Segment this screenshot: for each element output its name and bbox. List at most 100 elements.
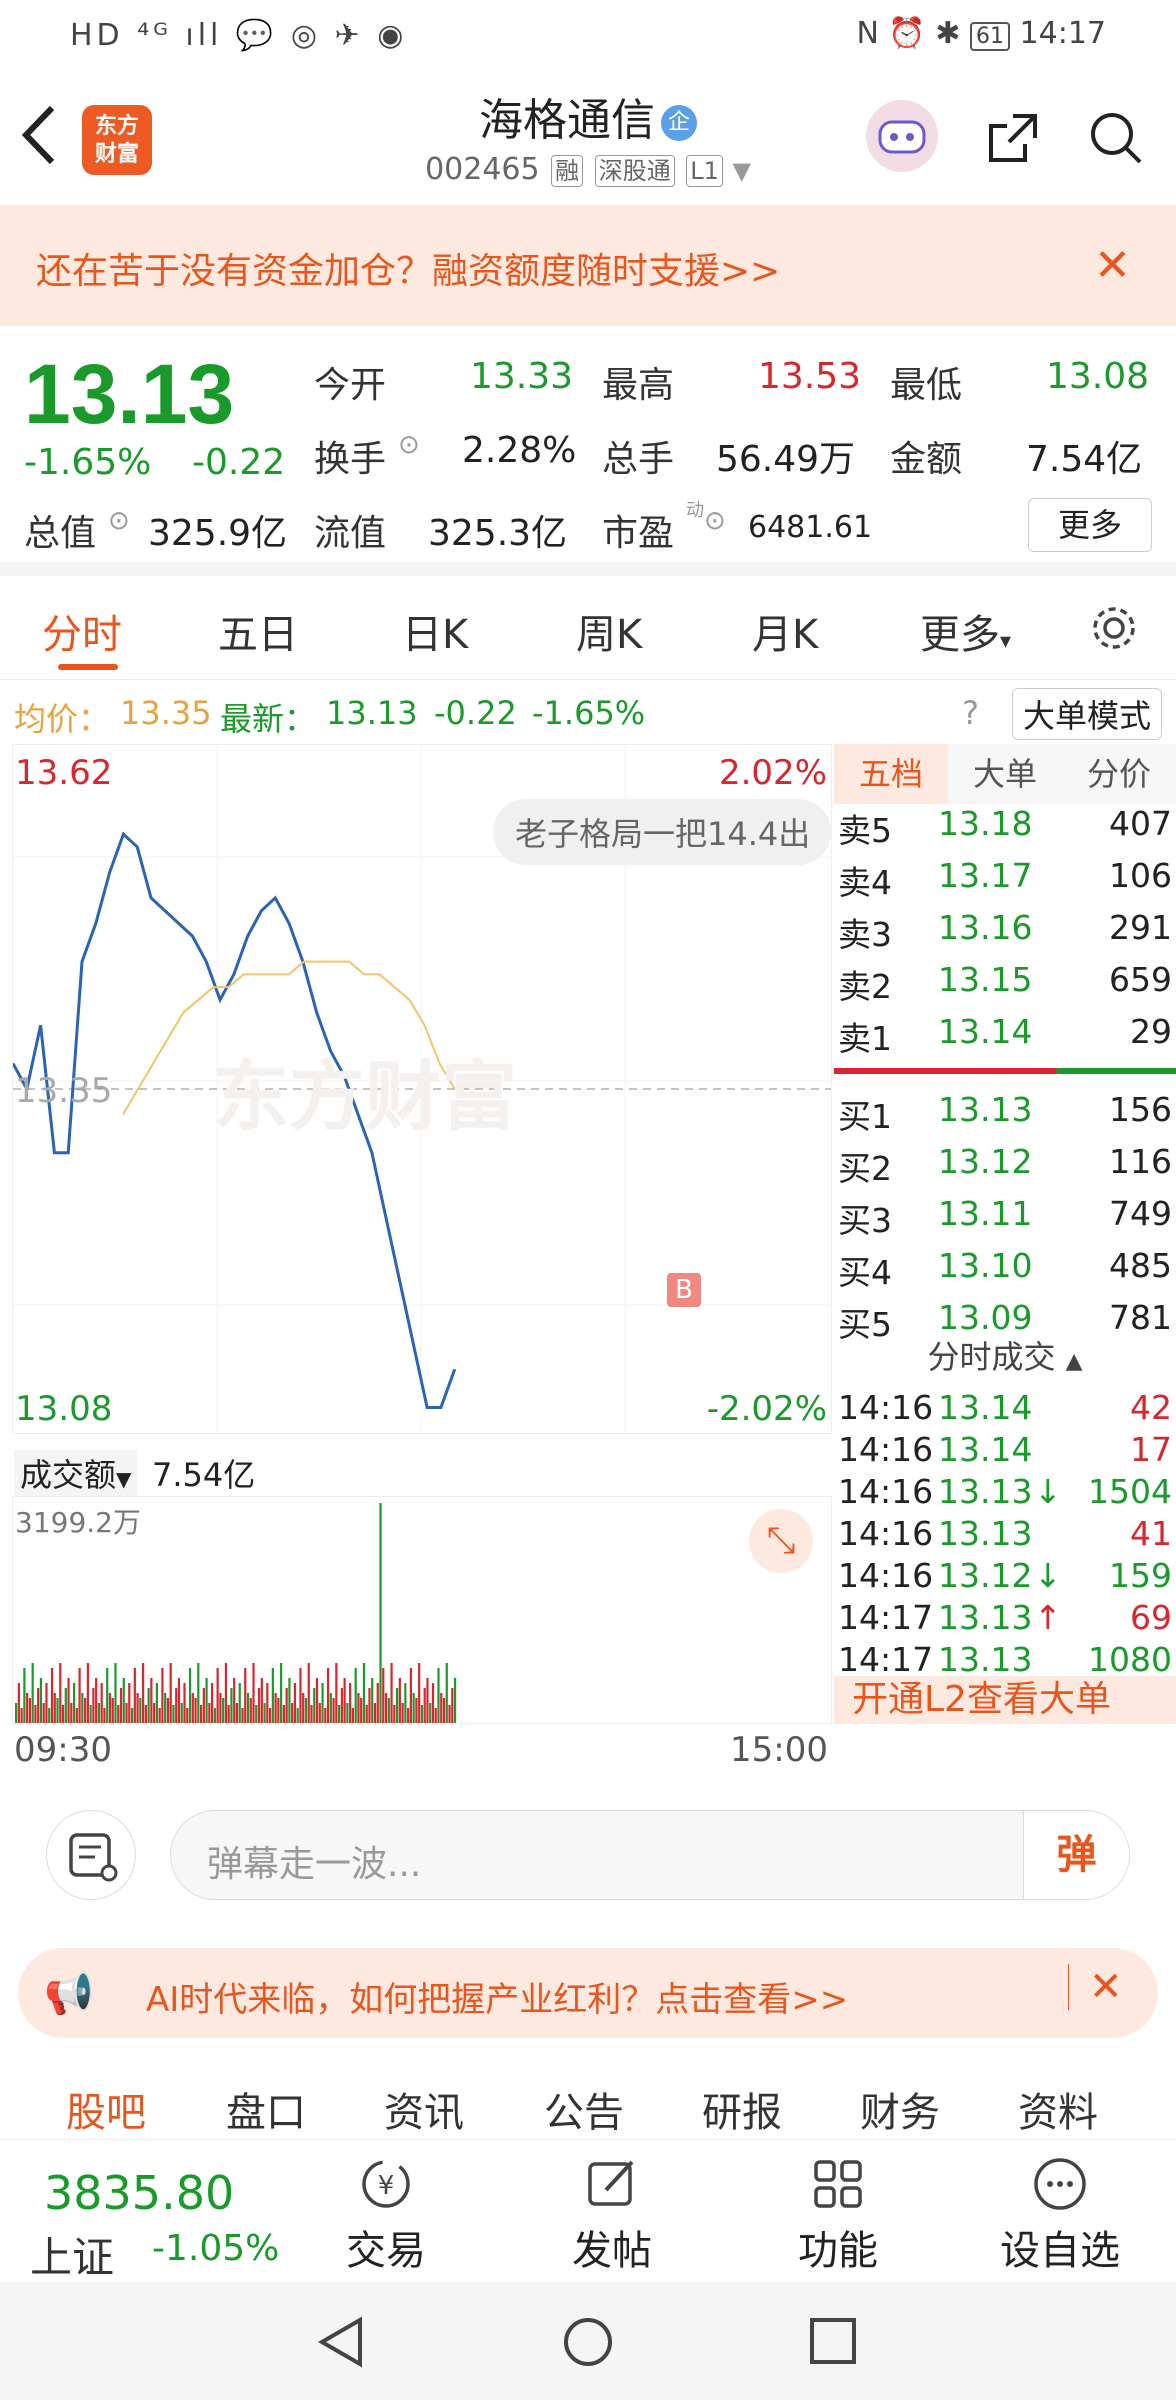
danmu-comment[interactable]: 老子格局一把14.4出 bbox=[493, 799, 831, 865]
danmu-input[interactable]: 弹幕走一波... 弹 bbox=[170, 1810, 1130, 1900]
bid-row[interactable]: 买1 13.13 156 bbox=[838, 1090, 1172, 1136]
arrow-up-icon: ↑ bbox=[1034, 1598, 1062, 1637]
big-order-mode-button[interactable]: 大单模式 bbox=[1012, 688, 1163, 740]
volume-bar bbox=[280, 1663, 283, 1723]
trade-button[interactable]: ¥ 交易 bbox=[336, 2154, 436, 2276]
volume-bar bbox=[288, 1678, 291, 1723]
tab-more[interactable]: 更多▾ bbox=[920, 602, 1011, 660]
bid-row[interactable]: 买2 13.12 116 bbox=[838, 1142, 1172, 1188]
level-volume: 291 bbox=[1109, 908, 1172, 947]
tab-weekly[interactable]: 周K bbox=[576, 602, 642, 660]
volume-selector[interactable]: 成交额▼ bbox=[14, 1450, 138, 1496]
volume-bar bbox=[299, 1668, 302, 1723]
settings-icon[interactable] bbox=[1088, 602, 1140, 654]
volume-bar bbox=[219, 1693, 222, 1723]
tab-finance[interactable]: 财务 bbox=[860, 2080, 940, 2138]
nav-back-icon[interactable] bbox=[316, 2314, 366, 2370]
bid-row[interactable]: 买4 13.10 485 bbox=[838, 1246, 1172, 1292]
ask-row[interactable]: 卖5 13.18 407 bbox=[838, 804, 1172, 850]
tick-price: 13.14 bbox=[938, 1430, 1033, 1469]
tab-price-dist[interactable]: 分价 bbox=[1062, 744, 1176, 804]
volume-bar bbox=[103, 1708, 106, 1723]
info-icon[interactable]: ⊙ bbox=[108, 506, 130, 536]
ad-text[interactable]: AI时代来临，如何把握产业红利？点击查看>> bbox=[146, 1972, 848, 2021]
tab-big-orders[interactable]: 大单 bbox=[948, 744, 1062, 804]
volume-bar bbox=[266, 1683, 269, 1723]
volume-bar bbox=[161, 1668, 164, 1723]
ask-row[interactable]: 卖3 13.16 291 bbox=[838, 908, 1172, 954]
index-value[interactable]: 3835.80 bbox=[44, 2166, 234, 2220]
volume-bar bbox=[56, 1698, 59, 1723]
search-icon[interactable] bbox=[1088, 110, 1144, 166]
banner-text[interactable]: 还在苦于没有资金加仓？融资额度随时支援>> bbox=[36, 242, 780, 294]
index-name[interactable]: 上证 bbox=[30, 2224, 114, 2285]
tick-volume: 17 bbox=[1130, 1430, 1172, 1469]
level-price: 13.13 bbox=[938, 1090, 1033, 1129]
volume-bar bbox=[197, 1663, 200, 1723]
tab-five-levels[interactable]: 五档 bbox=[834, 744, 948, 804]
volume-bar bbox=[357, 1693, 360, 1723]
info-icon[interactable]: ⊙ bbox=[398, 430, 420, 460]
tab-announcements[interactable]: 公告 bbox=[544, 2080, 624, 2138]
robot-assistant-icon[interactable] bbox=[866, 100, 938, 172]
ask-row[interactable]: 卖1 13.14 29 bbox=[838, 1012, 1172, 1058]
volume-bar bbox=[252, 1663, 255, 1723]
features-button[interactable]: 功能 bbox=[788, 2154, 888, 2276]
volume-bar bbox=[100, 1683, 103, 1723]
volume-bar bbox=[95, 1678, 98, 1723]
danmu-toggle[interactable] bbox=[46, 1810, 136, 1900]
volume-bar bbox=[42, 1703, 45, 1723]
volume-bar bbox=[249, 1698, 252, 1723]
tick-time: 14:16 bbox=[838, 1556, 934, 1595]
caret-down-icon: ▾ bbox=[1000, 629, 1012, 654]
bid-row[interactable]: 买5 13.09 781 bbox=[838, 1298, 1172, 1344]
help-icon[interactable]: ? bbox=[962, 694, 979, 732]
intraday-chart[interactable]: 东方财富 13.62 2.02% 13.08 -2.02% 13.35 老子格局… bbox=[11, 744, 832, 1434]
share-icon[interactable] bbox=[985, 110, 1041, 166]
tab-daily[interactable]: 日K bbox=[402, 602, 468, 660]
ask-row[interactable]: 卖4 13.17 106 bbox=[838, 856, 1172, 902]
tick-row: 14:17 13.13 ↑ 69 bbox=[838, 1598, 1172, 1642]
tab-pankou[interactable]: 盘口 bbox=[226, 2080, 306, 2138]
watchlist-button[interactable]: 设自选 bbox=[990, 2154, 1130, 2276]
tag-level: L1 bbox=[686, 155, 723, 187]
volume-bar bbox=[440, 1693, 443, 1723]
danmu-send-button[interactable]: 弹 bbox=[1023, 1811, 1129, 1899]
nav-recents-icon[interactable] bbox=[808, 2316, 858, 2366]
danmu-bar: 弹幕走一波... 弹 bbox=[0, 1776, 1176, 1906]
tick-price: 13.13 bbox=[938, 1640, 1033, 1679]
tab-news[interactable]: 资讯 bbox=[384, 2080, 464, 2138]
index-pct: -1.05% bbox=[152, 2228, 280, 2269]
tab-guba[interactable]: 股吧 bbox=[66, 2080, 146, 2138]
tab-5day[interactable]: 五日 bbox=[218, 602, 298, 660]
close-icon[interactable]: ✕ bbox=[1068, 1964, 1123, 2010]
volume-bar bbox=[302, 1693, 305, 1723]
tab-research[interactable]: 研报 bbox=[702, 2080, 782, 2138]
volume-bar bbox=[332, 1698, 335, 1723]
volume-bar bbox=[114, 1663, 117, 1723]
expand-icon[interactable]: ⤡ bbox=[749, 1509, 813, 1573]
nav-home-icon[interactable] bbox=[562, 2316, 614, 2368]
tab-profile[interactable]: 资料 bbox=[1018, 2080, 1098, 2138]
volume-chart: 3199.2万 ⤡ bbox=[12, 1496, 832, 1724]
volume-bar bbox=[313, 1688, 316, 1723]
bid-row[interactable]: 买3 13.11 749 bbox=[838, 1194, 1172, 1240]
volume-bar bbox=[122, 1678, 125, 1723]
system-nav-bar bbox=[0, 2282, 1176, 2400]
watermark: 东方财富 bbox=[213, 1052, 517, 1141]
tab-monthly[interactable]: 月K bbox=[752, 602, 818, 660]
chevron-down-icon[interactable]: ▼ bbox=[732, 157, 750, 185]
info-icon[interactable]: ⊙ bbox=[704, 506, 726, 536]
post-label: 发帖 bbox=[572, 2228, 652, 2274]
level-volume: 749 bbox=[1109, 1194, 1172, 1233]
ask-row[interactable]: 卖2 13.15 659 bbox=[838, 960, 1172, 1006]
post-button[interactable]: 发帖 bbox=[562, 2154, 662, 2276]
tab-intraday[interactable]: 分时 bbox=[42, 602, 122, 660]
close-icon[interactable]: ✕ bbox=[1094, 244, 1131, 288]
ai-ad-banner[interactable]: 📢 AI时代来临，如何把握产业红利？点击查看>> ✕ bbox=[18, 1948, 1158, 2038]
buy-marker[interactable]: B bbox=[667, 1273, 701, 1307]
level-label: 卖4 bbox=[838, 863, 892, 902]
tick-price: 13.13 bbox=[938, 1514, 1033, 1553]
promo-banner[interactable]: 还在苦于没有资金加仓？融资额度随时支援>> ✕ bbox=[0, 206, 1176, 326]
more-button[interactable]: 更多 bbox=[1028, 498, 1152, 552]
